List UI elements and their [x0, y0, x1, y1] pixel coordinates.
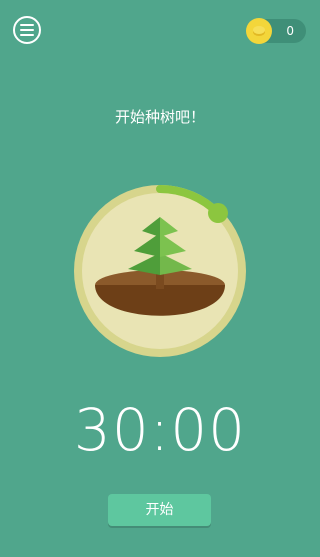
coin-balance[interactable]: 0: [246, 18, 306, 44]
plant-prompt: 开始种树吧！: [114, 108, 205, 126]
coin-icon: [246, 18, 272, 44]
tree-progress-dial[interactable]: [70, 181, 250, 361]
menu-button[interactable]: [13, 16, 41, 44]
countdown-timer: 30:00: [73, 396, 247, 464]
progress-handle[interactable]: [207, 203, 228, 224]
start-button[interactable]: 开始: [108, 494, 211, 526]
coin-count: 0: [286, 24, 294, 38]
menu-icon: [20, 24, 34, 36]
